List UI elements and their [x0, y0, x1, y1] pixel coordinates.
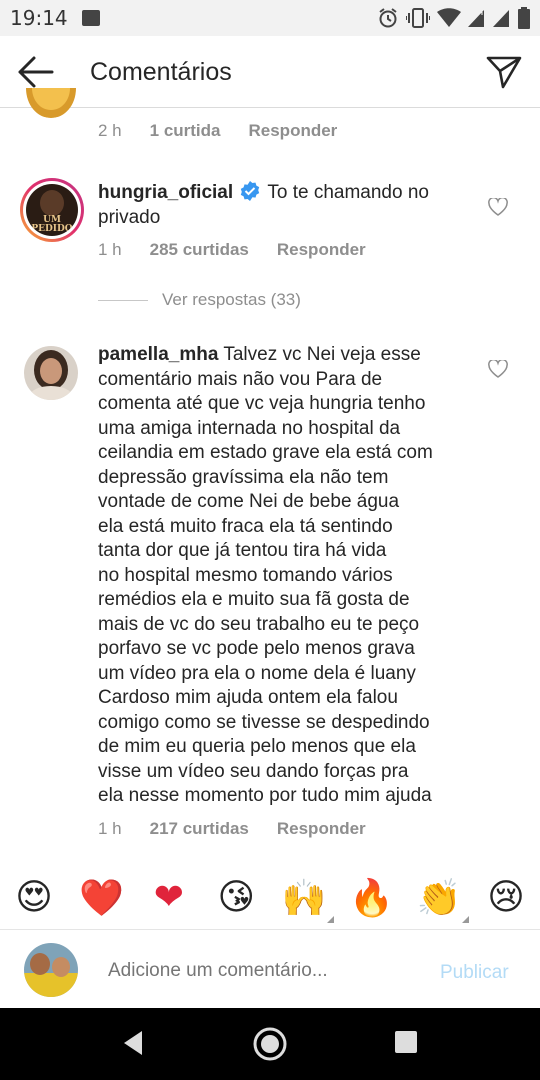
paper-plane-icon[interactable]: [484, 52, 524, 92]
publish-button[interactable]: Publicar: [440, 962, 509, 984]
comment-text-line: visse um vídeo seu dando forças pra: [98, 760, 409, 782]
signal-icon: [493, 10, 509, 27]
square-recents-icon[interactable]: [394, 1030, 418, 1054]
comment-time: 2 h: [98, 121, 122, 140]
emoji-glyph: 👏: [416, 877, 462, 919]
comment-text-line: mais de vc do seu trabalho eu te peço: [98, 613, 420, 635]
emoji-fire[interactable]: 🔥: [349, 877, 394, 919]
avatar[interactable]: [24, 346, 78, 400]
comment-text-line: porfavo se vc pode pelo menos grava: [98, 638, 415, 659]
comment-text-line: ceilandia em estado grave ela está com: [98, 442, 433, 463]
battery-icon: [518, 7, 530, 29]
status-icons: [377, 7, 530, 29]
verified-badge-icon: [241, 181, 260, 201]
emoji-quick-bar: 😍 ❤️ ❤ 😘 🙌 🔥 👏 😢: [0, 866, 540, 930]
emoji-glyph: 🙌: [281, 877, 327, 919]
comment-text-line: comenta até que vc veja hungria tenho: [98, 393, 426, 414]
view-replies-button[interactable]: Ver respostas (33): [98, 290, 301, 310]
comment-text-line: Cardoso mim ajuda ontem ela falou: [98, 687, 398, 708]
comment-input[interactable]: [108, 960, 408, 982]
emoji-kiss[interactable]: 😘: [214, 877, 258, 918]
comment-text-line: ela nesse momento por tudo mim ajuda: [98, 785, 432, 806]
comment-text-line: vontade de come Nei de bebe água: [98, 491, 400, 512]
reply-button[interactable]: Responder: [277, 819, 366, 839]
view-replies-label: Ver respostas (33): [162, 290, 301, 309]
like-count[interactable]: 217 curtidas: [150, 819, 249, 839]
comment-text-line: uma amiga internada no hospital da: [98, 417, 401, 439]
reply-button[interactable]: Responder: [249, 121, 338, 141]
avatar[interactable]: [26, 88, 76, 118]
image-icon: [81, 10, 100, 26]
vibrate-icon: [406, 8, 430, 28]
status-bar: 19:14: [0, 0, 540, 36]
divider: [98, 299, 148, 301]
triangle-back-icon[interactable]: [120, 1028, 146, 1058]
comment-time: 1 h: [98, 240, 122, 259]
heart-icon[interactable]: [488, 360, 508, 378]
avatar: [24, 943, 78, 997]
comment-text-line: ela está muito fraca ela tá sentindo: [98, 515, 393, 537]
signal-icon: [468, 10, 484, 27]
comment-text-line: comigo como se tivesse se despedindo: [98, 711, 430, 733]
emoji-raising-hands[interactable]: 🙌: [281, 877, 334, 923]
android-nav-bar: [0, 1008, 540, 1080]
comment-text-line: tanta dor que já tentou tira há vida: [98, 540, 387, 561]
top-bar: Comentários: [0, 36, 540, 108]
arrow-left-icon[interactable]: [16, 54, 56, 90]
comment-text-line: de mim eu queria pelo menos que ela: [98, 736, 416, 757]
add-comment-bar: Publicar: [0, 932, 540, 1008]
reply-button[interactable]: Responder: [277, 240, 366, 260]
emoji-heart-eyes[interactable]: 😍: [12, 877, 56, 918]
circle-home-icon[interactable]: [252, 1026, 288, 1062]
comment-meta: 1 h 217 curtidas Responder: [98, 819, 394, 839]
wifi-icon: [437, 8, 461, 27]
like-count[interactable]: 285 curtidas: [150, 240, 249, 260]
emoji-clapping[interactable]: 👏: [416, 877, 469, 923]
emoji-red-heart[interactable]: ❤: [147, 877, 191, 918]
heart-icon[interactable]: [488, 198, 508, 216]
comment-time: 1 h: [98, 819, 122, 838]
comment-body: hungria_oficial To te chamando no privad…: [98, 181, 478, 230]
comment-username[interactable]: pamella_mha: [98, 344, 218, 365]
emoji-sparkling-heart[interactable]: ❤️: [79, 877, 124, 919]
alarm-icon: [379, 8, 397, 28]
comment-text-line: depressão gravíssima ela não tem: [98, 466, 389, 488]
comment-text-line: um vídeo pra ela o nome dela é luany: [98, 662, 416, 684]
status-time: 19:14: [10, 6, 68, 30]
comment-meta: 1 h 285 curtidas Responder: [98, 240, 394, 260]
comment-text-line: no hospital mesmo tomando vários: [98, 564, 393, 586]
page-title: Comentários: [90, 58, 232, 86]
comment-username[interactable]: hungria_oficial: [98, 182, 233, 203]
comment-text-line: comentário mais não vou Para de: [98, 368, 383, 390]
avatar[interactable]: UM PEDIDO: [20, 178, 84, 242]
emoji-crying[interactable]: 😢: [484, 877, 528, 918]
comment-text-line: remédios ela e muito sua fã gosta de: [98, 589, 410, 610]
comment-text-line: Talvez vc Nei veja esse: [223, 344, 421, 365]
variant-indicator-icon: [461, 915, 469, 923]
like-count[interactable]: 1 curtida: [150, 121, 221, 141]
comment-body: pamella_mha Talvez vc Nei veja esse come…: [98, 343, 498, 809]
avatar-caption: UM PEDIDO: [31, 215, 73, 234]
comment-meta: 2 h 1 curtida Responder: [98, 121, 365, 141]
variant-indicator-icon: [326, 915, 334, 923]
